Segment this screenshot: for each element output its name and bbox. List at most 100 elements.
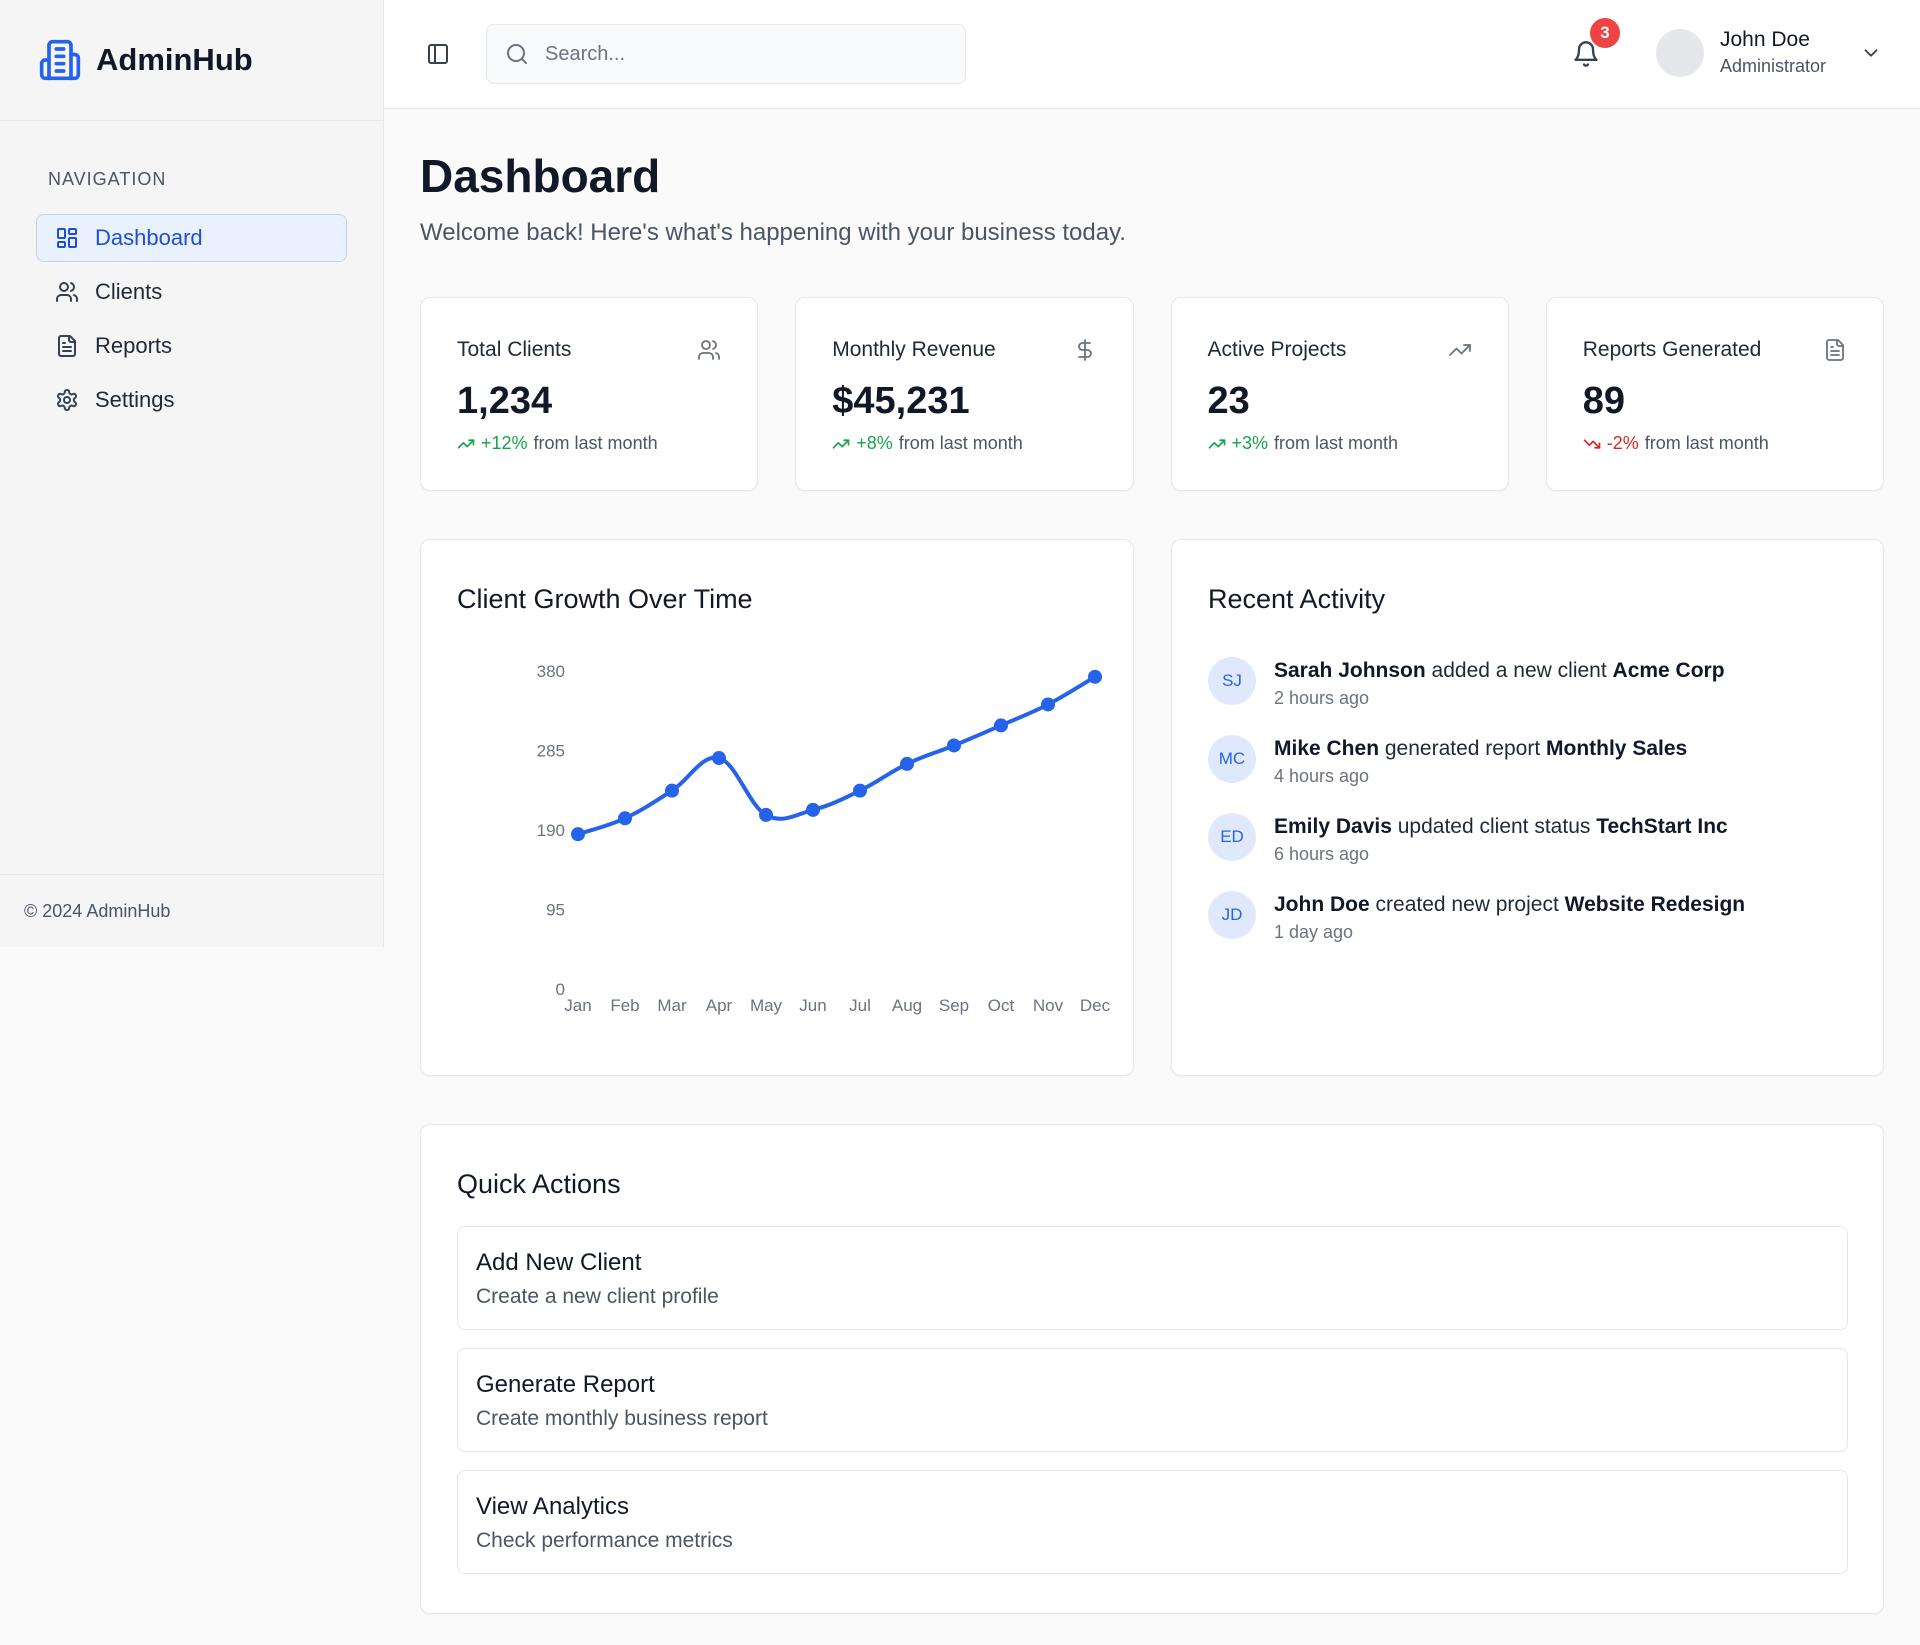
x-tick-label: Jan <box>564 996 591 1015</box>
activity-target: Website Redesign <box>1564 893 1746 916</box>
data-point <box>712 751 726 766</box>
client-growth-chart-card: Client Growth Over Time 0 95 190 285 380 Jan F… <box>420 539 1134 1076</box>
x-tick-label: Nov <box>1033 996 1064 1015</box>
activity-item: JD John Doe created new project Website … <box>1208 891 1863 969</box>
client-growth-chart: 095190285380Jan Feb Mar Apr May Jun Jul Aug Sep O… <box>537 662 1111 1015</box>
user-menu[interactable]: John Doe Administrator <box>1656 28 1882 77</box>
sidebar-toggle-icon[interactable] <box>426 42 450 66</box>
activity-action: updated client status <box>1397 815 1591 838</box>
stat-change-value: +12% <box>481 433 528 453</box>
stat-change: -2% from last month <box>1583 433 1847 454</box>
x-tick-label: Apr <box>706 996 733 1015</box>
activity-actor: John Doe <box>1274 893 1370 916</box>
series-line <box>576 674 1097 837</box>
activity-item: SJ Sarah Johnson added a new client Acme… <box>1208 657 1863 735</box>
sidebar-item-label: Reports <box>95 333 173 358</box>
recent-activity-card: Recent Activity SJ Sarah Johnson added a… <box>1171 539 1884 1076</box>
activity-actor: Mike Chen <box>1274 737 1380 760</box>
stat-title: Monthly Revenue <box>832 338 996 361</box>
stat-title: Active Projects <box>1207 338 1347 361</box>
activity-time: 2 hours ago <box>1274 688 1370 708</box>
stat-change: +8% from last month <box>832 433 1096 454</box>
activity-time: 1 day ago <box>1274 922 1354 942</box>
sidebar-item-label: Dashboard <box>95 225 203 250</box>
activity-time: 4 hours ago <box>1274 766 1370 786</box>
data-point <box>1041 697 1055 712</box>
avatar: MC <box>1208 735 1256 783</box>
user-role: Administrator <box>1720 56 1827 76</box>
data-point <box>618 811 632 826</box>
trending-up-icon <box>1208 435 1226 453</box>
y-tick-label: 190 <box>537 821 565 840</box>
activity-actor: Sarah Johnson <box>1274 659 1426 682</box>
generate-report-button[interactable]: Generate Report Create monthly business … <box>457 1348 1848 1452</box>
activity-time: 6 hours ago <box>1274 844 1370 864</box>
notification-badge: 3 <box>1590 18 1620 48</box>
trending-up-icon <box>457 435 475 453</box>
data-point <box>665 783 679 798</box>
activity-text: Sarah Johnson added a new client Acme Co… <box>1274 659 1725 683</box>
x-tick-label: Aug <box>892 996 922 1015</box>
stat-value: 23 <box>1207 380 1250 422</box>
data-point <box>571 827 585 842</box>
stat-change-value: +3% <box>1231 433 1269 453</box>
x-tick-label: Feb <box>610 996 639 1015</box>
stat-change-suffix: from last month <box>1644 433 1769 453</box>
avatar: SJ <box>1208 657 1256 705</box>
x-tick-label: May <box>750 996 783 1015</box>
avatar <box>1656 28 1704 77</box>
stat-value: 1,234 <box>457 380 553 422</box>
activity-action: generated report <box>1384 737 1541 760</box>
search-input[interactable] <box>545 42 925 66</box>
sidebar-item-clients[interactable]: Clients <box>36 268 347 316</box>
activity-title: Recent Activity <box>1208 584 1386 614</box>
sidebar-item-dashboard[interactable]: Dashboard <box>36 214 347 262</box>
y-tick-label: 95 <box>546 901 565 920</box>
trending-up-icon <box>1448 338 1472 362</box>
user-name: John Doe <box>1720 28 1810 51</box>
avatar: JD <box>1208 891 1256 939</box>
x-tick-label: Sep <box>939 996 969 1015</box>
chevron-down-icon[interactable] <box>1860 42 1882 64</box>
search-box[interactable] <box>486 24 966 84</box>
data-point <box>853 783 867 798</box>
brand[interactable]: AdminHub <box>0 0 383 121</box>
users-icon <box>697 338 721 362</box>
main-content: Dashboard Welcome back! Here's what's ha… <box>420 109 1884 1614</box>
stat-card-total-clients: Total Clients 1,234 +12% from last month <box>420 297 759 491</box>
data-point <box>1088 669 1102 684</box>
stat-value: $45,231 <box>832 380 970 422</box>
top-header: 3 John Doe Administrator <box>384 0 1920 109</box>
sidebar-item-reports[interactable]: Reports <box>36 322 347 370</box>
avatar: ED <box>1208 813 1256 861</box>
x-tick-label: Jul <box>849 996 871 1015</box>
data-point <box>759 807 773 822</box>
sidebar-item-label: Clients <box>95 279 163 304</box>
stats-row: Total Clients 1,234 +12% from last month… <box>420 297 1884 491</box>
activity-item: ED Emily Davis updated client status Tec… <box>1208 813 1863 891</box>
activity-text: Mike Chen generated report Monthly Sales <box>1274 737 1687 761</box>
data-point <box>806 802 820 817</box>
sidebar-item-settings[interactable]: Settings <box>36 376 347 424</box>
activity-text: Emily Davis updated client status TechSt… <box>1274 815 1728 839</box>
stat-change: +3% from last month <box>1208 433 1472 454</box>
document-icon <box>55 334 79 358</box>
activity-action: added a new client <box>1431 659 1607 682</box>
activity-list: SJ Sarah Johnson added a new client Acme… <box>1208 657 1863 969</box>
view-analytics-button[interactable]: View Analytics Check performance metrics <box>457 1470 1848 1574</box>
stat-card-monthly-revenue: Monthly Revenue $45,231 +8% from last mo… <box>795 297 1134 491</box>
trending-up-icon <box>832 435 850 453</box>
nav-section-label: NAVIGATION <box>48 169 167 189</box>
stat-title: Reports Generated <box>1582 338 1762 361</box>
quick-action-desc: Create monthly business report <box>476 1407 768 1430</box>
data-point <box>900 756 914 771</box>
add-new-client-button[interactable]: Add New Client Create a new client profi… <box>457 1226 1848 1330</box>
page-subtitle: Welcome back! Here's what's happening wi… <box>420 219 1126 246</box>
users-icon <box>55 280 79 304</box>
stat-change: +12% from last month <box>457 433 721 454</box>
search-icon <box>505 42 529 66</box>
stat-title: Total Clients <box>457 338 572 361</box>
x-tick-label: Jun <box>799 996 826 1015</box>
activity-item: MC Mike Chen generated report Monthly Sa… <box>1208 735 1863 813</box>
sidebar-item-label: Settings <box>95 387 175 412</box>
